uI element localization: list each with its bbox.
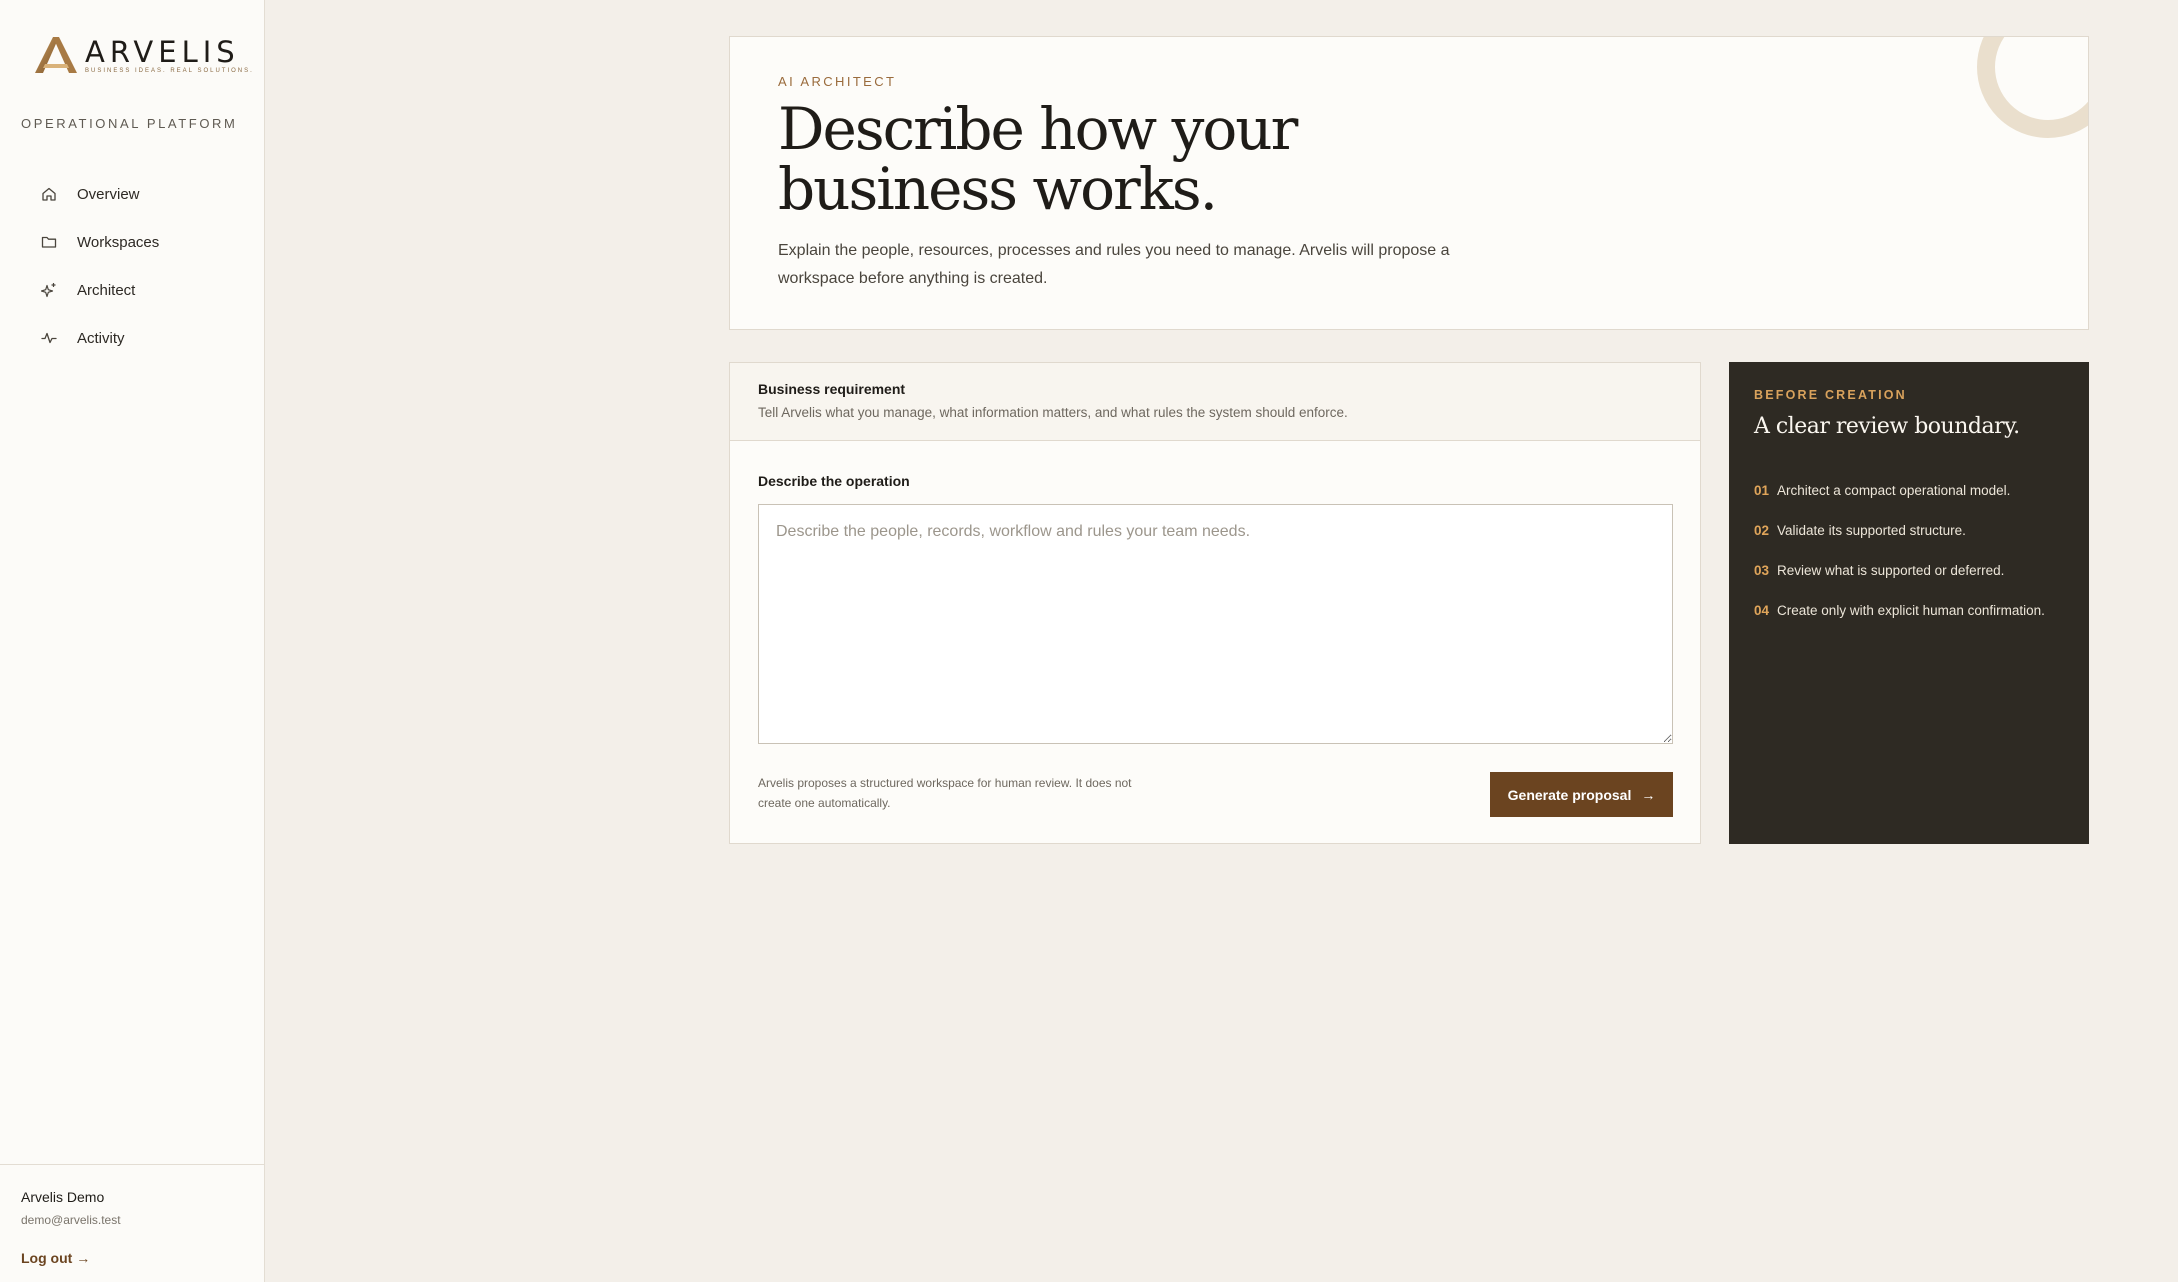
home-icon bbox=[40, 185, 58, 203]
step-text: Validate its supported structure. bbox=[1777, 522, 1966, 538]
step-item: 01 Architect a compact operational model… bbox=[1754, 470, 2045, 510]
step-item: 04 Create only with explicit human confi… bbox=[1754, 590, 2045, 630]
sidebar-nav: Overview Workspaces Architect Activity bbox=[40, 170, 240, 362]
hero-description: Explain the people, resources, processes… bbox=[778, 242, 1450, 287]
platform-label: OPERATIONAL PLATFORM bbox=[21, 116, 238, 131]
operation-field-label: Describe the operation bbox=[758, 473, 910, 489]
form-header: Business requirement Tell Arvelis what y… bbox=[730, 363, 1700, 441]
step-number: 02 bbox=[1754, 522, 1770, 538]
form-subtitle: Tell Arvelis what you manage, what infor… bbox=[758, 405, 1348, 420]
step-text: Create only with explicit human confirma… bbox=[1777, 602, 2045, 618]
logo-word: ARVELIS bbox=[85, 35, 240, 69]
sidebar-item-architect[interactable]: Architect bbox=[40, 266, 240, 314]
form-note: Arvelis proposes a structured workspace … bbox=[758, 776, 1132, 810]
logo-mark-icon bbox=[35, 37, 77, 73]
pulse-icon bbox=[40, 329, 58, 347]
page-title: Describe how your business works. bbox=[778, 95, 1298, 223]
step-text: Architect a compact operational model. bbox=[1777, 482, 2011, 498]
sidebar-item-label: Architect bbox=[77, 281, 136, 299]
sparkle-icon bbox=[40, 281, 58, 299]
logout-link[interactable]: Log out → bbox=[21, 1250, 90, 1266]
generate-proposal-label: Generate proposal bbox=[1507, 786, 1632, 803]
review-boundary-panel: BEFORE CREATION A clear review boundary.… bbox=[1729, 362, 2089, 844]
step-item: 02 Validate its supported structure. bbox=[1754, 510, 2045, 550]
step-number: 01 bbox=[1754, 482, 1770, 498]
step-list: 01 Architect a compact operational model… bbox=[1754, 470, 2045, 630]
sidebar-item-label: Workspaces bbox=[77, 233, 160, 251]
user-email: demo@arvelis.test bbox=[21, 1213, 121, 1227]
arrow-right-icon: → bbox=[1641, 786, 1656, 803]
panel-eyebrow: BEFORE CREATION bbox=[1754, 388, 1907, 402]
folder-icon bbox=[40, 233, 58, 251]
step-item: 03 Review what is supported or deferred. bbox=[1754, 550, 2045, 590]
step-number: 03 bbox=[1754, 562, 1770, 578]
requirement-form: Business requirement Tell Arvelis what y… bbox=[729, 362, 1701, 844]
logo-tagline: BUSINESS IDEAS. REAL SOLUTIONS. bbox=[85, 68, 254, 74]
brand-logo[interactable]: ARVELIS BUSINESS IDEAS. REAL SOLUTIONS. bbox=[33, 34, 254, 74]
sidebar-item-activity[interactable]: Activity bbox=[40, 314, 240, 362]
decorative-ring-icon bbox=[1977, 37, 2088, 138]
generate-proposal-button[interactable]: Generate proposal → bbox=[1490, 772, 1673, 817]
sidebar-item-label: Activity bbox=[77, 329, 125, 347]
step-text: Review what is supported or deferred. bbox=[1777, 562, 2005, 578]
user-name: Arvelis Demo bbox=[21, 1189, 105, 1205]
sidebar: ARVELIS BUSINESS IDEAS. REAL SOLUTIONS. … bbox=[0, 0, 265, 1282]
sidebar-item-label: Overview bbox=[77, 185, 140, 203]
hero-card: AI ARCHITECT Describe how your business … bbox=[729, 36, 2089, 330]
sidebar-item-workspaces[interactable]: Workspaces bbox=[40, 218, 240, 266]
sidebar-item-overview[interactable]: Overview bbox=[40, 170, 240, 218]
hero-eyebrow: AI ARCHITECT bbox=[778, 74, 897, 89]
panel-title: A clear review boundary. bbox=[1754, 414, 2020, 439]
user-panel: Arvelis Demo demo@arvelis.test Log out → bbox=[0, 1164, 265, 1282]
step-number: 04 bbox=[1754, 602, 1770, 618]
form-title: Business requirement bbox=[758, 381, 906, 397]
operation-description-input[interactable] bbox=[758, 504, 1673, 744]
